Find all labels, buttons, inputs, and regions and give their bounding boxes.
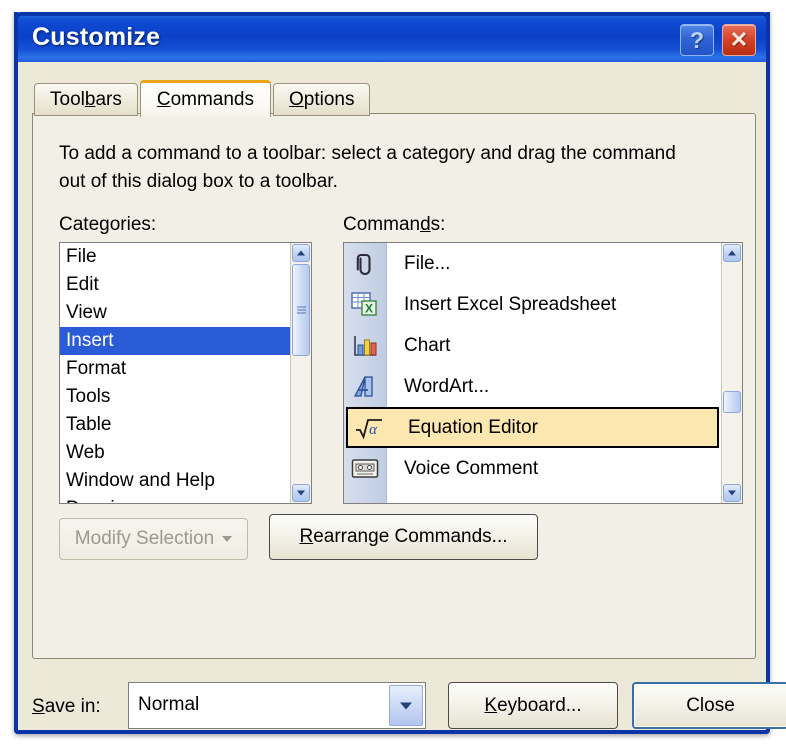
instructions-text: To add a command to a toolbar: select a … bbox=[59, 143, 676, 192]
modify-selection-button[interactable]: Modify Selection bbox=[59, 518, 248, 560]
category-item-label: Window and Help bbox=[66, 470, 215, 491]
commands-scrollbar[interactable] bbox=[721, 243, 742, 503]
close-icon: ✕ bbox=[729, 27, 749, 52]
command-item-icon: α bbox=[348, 407, 390, 448]
chevron-down-icon bbox=[400, 702, 412, 709]
categories-list-rows: File Edit View Insert Format Tools Table Web Win… bbox=[60, 243, 290, 503]
command-item-label: Equation Editor bbox=[408, 416, 538, 438]
svg-text:α: α bbox=[369, 422, 378, 438]
category-item-label: Drawing bbox=[66, 498, 136, 503]
scrollbar-thumb[interactable] bbox=[292, 264, 310, 356]
category-item-label: Web bbox=[66, 442, 105, 463]
tab-toolbars-label: Toolbars bbox=[50, 88, 122, 110]
category-item-label: Table bbox=[66, 414, 112, 435]
tab-strip: Toolbars Commands Options bbox=[34, 80, 372, 117]
command-item-label: File... bbox=[404, 252, 451, 274]
command-item[interactable]: Voice Comment bbox=[344, 448, 721, 489]
excel-spreadsheet-icon: X bbox=[351, 291, 379, 318]
command-item-label: Chart bbox=[404, 334, 451, 356]
close-button[interactable]: Close bbox=[632, 682, 786, 729]
category-item-label: View bbox=[66, 302, 107, 323]
scroll-up-button[interactable] bbox=[723, 244, 741, 262]
command-item[interactable]: X Insert Excel Spreadsheet bbox=[344, 284, 721, 325]
save-in-dropdown[interactable]: Normal bbox=[128, 682, 426, 729]
categories-listbox[interactable]: File Edit View Insert Format Tools Table Web Win… bbox=[59, 242, 312, 504]
category-item-label: File bbox=[66, 246, 97, 267]
customize-dialog: Customize ? ✕ Toolbars Commands Options … bbox=[14, 12, 786, 734]
wordart-icon bbox=[352, 374, 379, 400]
save-in-label: Save in: bbox=[32, 696, 101, 717]
command-item-label: Insert Excel Spreadsheet bbox=[404, 293, 617, 315]
close-window-button[interactable]: ✕ bbox=[722, 24, 756, 56]
category-item[interactable]: Web bbox=[60, 439, 290, 467]
scrollbar-thumb[interactable] bbox=[723, 391, 741, 413]
cassette-tape-icon bbox=[351, 457, 379, 481]
tab-toolbars[interactable]: Toolbars bbox=[34, 83, 138, 116]
chevron-up-icon bbox=[728, 250, 736, 256]
commands-listbox[interactable]: File... X Insert Excel Spreadsheet Chart Wor… bbox=[343, 242, 743, 504]
commands-list-viewport: File... X Insert Excel Spreadsheet Chart Wor… bbox=[344, 243, 721, 503]
commands-label: Commands: bbox=[343, 214, 446, 235]
save-in-value: Normal bbox=[138, 694, 200, 715]
keyboard-button[interactable]: Keyboard... bbox=[448, 682, 618, 729]
category-item[interactable]: Tools bbox=[60, 383, 290, 411]
category-item[interactable]: Window and Help bbox=[60, 467, 290, 495]
commands-list-rows: File... X Insert Excel Spreadsheet Chart Wor… bbox=[344, 243, 721, 489]
chevron-up-icon bbox=[297, 250, 305, 256]
scroll-down-button[interactable] bbox=[723, 484, 741, 502]
tab-commands[interactable]: Commands bbox=[139, 80, 271, 117]
command-item[interactable]: Chart bbox=[344, 325, 721, 366]
chevron-down-icon bbox=[728, 490, 736, 496]
command-item-icon bbox=[344, 243, 386, 284]
svg-text:X: X bbox=[365, 301, 373, 315]
grip-lines-icon bbox=[297, 306, 306, 314]
modify-selection-label: Modify Selection bbox=[74, 528, 215, 549]
command-item-label: Voice Comment bbox=[404, 457, 539, 479]
category-item[interactable]: Format bbox=[60, 355, 290, 383]
close-button-label: Close bbox=[686, 694, 735, 716]
keyboard-label: Keyboard... bbox=[484, 694, 582, 716]
equation-editor-icon: α bbox=[354, 415, 384, 441]
tab-options[interactable]: Options bbox=[273, 83, 371, 116]
scroll-down-button[interactable] bbox=[292, 484, 310, 502]
command-item[interactable]: File... bbox=[344, 243, 721, 284]
window-title: Customize bbox=[32, 23, 161, 51]
tab-commands-label: Commands bbox=[156, 89, 254, 110]
paperclip-icon bbox=[352, 251, 378, 277]
command-item-label: WordArt... bbox=[404, 375, 490, 397]
category-item[interactable]: File bbox=[60, 243, 290, 271]
dropdown-arrow-button[interactable] bbox=[389, 685, 423, 726]
commands-tab-panel: To add a command to a toolbar: select a … bbox=[32, 113, 756, 659]
chevron-down-icon bbox=[222, 536, 233, 542]
help-button[interactable]: ? bbox=[680, 24, 714, 56]
title-bar[interactable]: Customize ? ✕ bbox=[14, 12, 770, 62]
categories-scrollbar[interactable] bbox=[290, 243, 311, 503]
category-item-label: Format bbox=[66, 358, 127, 379]
tab-options-label: Options bbox=[289, 88, 355, 110]
category-item[interactable]: Drawing bbox=[60, 495, 290, 503]
question-mark-icon: ? bbox=[689, 27, 705, 53]
command-item-icon bbox=[344, 366, 386, 407]
category-item-label: Tools bbox=[66, 386, 111, 407]
command-item-icon bbox=[344, 448, 386, 489]
chart-icon bbox=[352, 333, 379, 359]
command-item[interactable]: α Equation Editor bbox=[346, 407, 719, 448]
category-item[interactable]: Insert bbox=[60, 327, 290, 355]
chevron-down-icon bbox=[297, 490, 305, 496]
category-item-label: Insert bbox=[66, 330, 114, 351]
command-item-icon: X bbox=[344, 284, 386, 325]
category-item[interactable]: View bbox=[60, 299, 290, 327]
command-item[interactable]: WordArt... bbox=[344, 366, 721, 407]
categories-label: Categories: bbox=[59, 214, 157, 235]
category-item-label: Edit bbox=[66, 274, 99, 295]
rearrange-commands-label: Rearrange Commands... bbox=[299, 526, 508, 547]
scroll-up-button[interactable] bbox=[292, 244, 310, 262]
command-item-icon bbox=[344, 325, 386, 366]
rearrange-commands-button[interactable]: Rearrange Commands... bbox=[269, 514, 538, 560]
category-item[interactable]: Table bbox=[60, 411, 290, 439]
category-item[interactable]: Edit bbox=[60, 271, 290, 299]
